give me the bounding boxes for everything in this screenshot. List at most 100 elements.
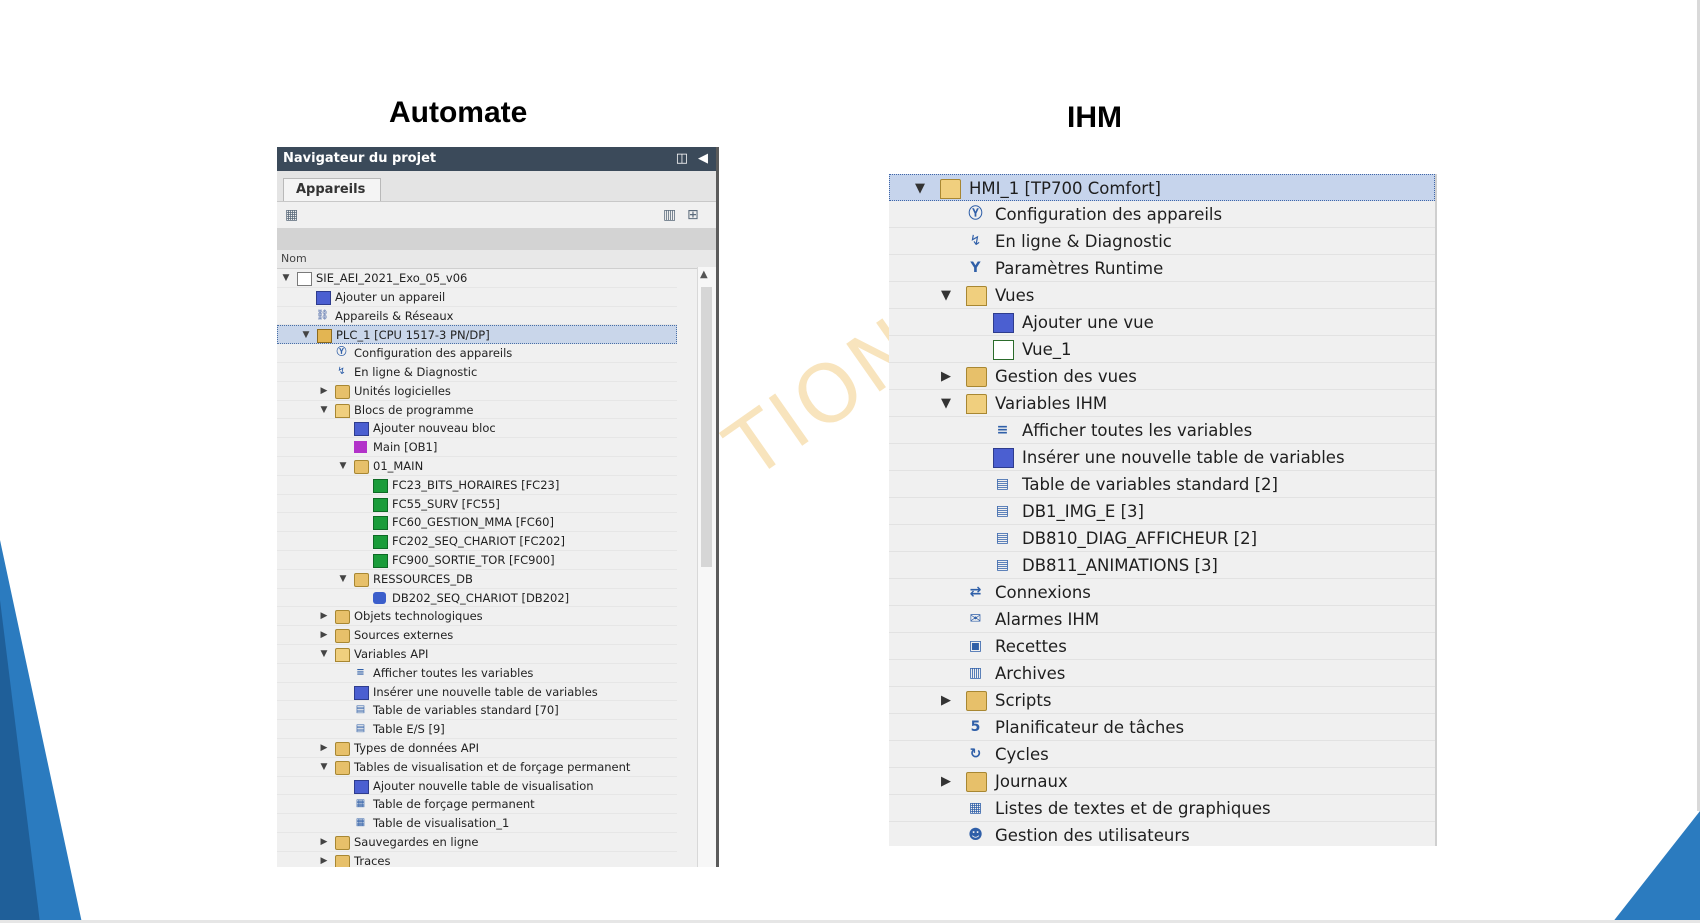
device-view-icon[interactable]: ⊞	[687, 207, 699, 223]
hmi-tree-item[interactable]: ▥ Archives	[889, 660, 1435, 687]
navigator-tree-item[interactable]: Ⓨ Configuration des appareils	[277, 344, 677, 363]
navigator-tree-item[interactable]: Ajouter nouveau bloc	[277, 419, 677, 439]
hmi-tree-item[interactable]: ▶ Gestion des vues	[889, 363, 1435, 390]
heading-ihm: IHM	[1067, 101, 1122, 134]
navigator-tree-item[interactable]: ⛓ Appareils & Réseaux	[277, 307, 677, 326]
navigator-tree-item[interactable]: Insérer une nouvelle table de variables	[277, 683, 677, 702]
navigator-tree-item[interactable]: ▼ SIE_AEI_2021_Exo_05_v06	[277, 269, 677, 288]
hmi-tree-item[interactable]: Insérer une nouvelle table de variables	[889, 444, 1435, 471]
expanded-arrow-icon[interactable]: ▼	[319, 758, 329, 777]
expanded-arrow-icon[interactable]: ▼	[281, 269, 291, 288]
tab-appareils[interactable]: Appareils	[283, 178, 381, 201]
navigator-tree-item[interactable]: ▶ Types de données API	[277, 739, 677, 758]
folder-open-icon	[335, 647, 350, 662]
hmi-tree-item[interactable]: Ajouter une vue	[889, 309, 1435, 336]
collapsed-arrow-icon[interactable]: ▶	[319, 382, 329, 401]
expanded-arrow-icon[interactable]: ▼	[319, 645, 329, 664]
scroll-up-icon[interactable]: ▲	[700, 269, 708, 280]
navigator-tree-item[interactable]: ▶ Traces	[277, 852, 677, 867]
navigator-scrollbar[interactable]: ▲	[697, 267, 716, 867]
hmi-tree-item[interactable]: ▼ Variables IHM	[889, 390, 1435, 417]
hmi-tree-item[interactable]: Y Paramètres Runtime	[889, 255, 1435, 282]
navigator-tree-item[interactable]: ▶ Objets technologiques	[277, 607, 677, 627]
hmi-tree-item[interactable]: ☻ Gestion des utilisateurs	[889, 822, 1435, 846]
navigator-tree-item[interactable]: DB202_SEQ_CHARIOT [DB202]	[277, 589, 677, 608]
navigator-tree-item[interactable]: ▼ Variables API	[277, 645, 677, 664]
navigator-tree-item[interactable]: FC202_SEQ_CHARIOT [FC202]	[277, 532, 677, 551]
add-table-icon	[354, 779, 369, 794]
navigator-tree-item[interactable]: FC60_GESTION_MMA [FC60]	[277, 513, 677, 533]
expanded-arrow-icon[interactable]: ▼	[338, 570, 348, 589]
collapsed-arrow-icon[interactable]: ▶	[319, 626, 329, 645]
navigator-tree-item[interactable]: ▼ PLC_1 [CPU 1517-3 PN/DP]	[277, 325, 677, 345]
hmi-tree-item[interactable]: ▼ Vues	[889, 282, 1435, 309]
navigator-tree-item[interactable]: FC23_BITS_HORAIRES [FC23]	[277, 476, 677, 495]
hmi-tree-item-label: Variables IHM	[995, 394, 1108, 413]
variable-table-icon: ▤	[995, 530, 1010, 546]
navigator-tree-item[interactable]: ▼ RESSOURCES_DB	[277, 570, 677, 589]
navigator-tree-item-label: FC55_SURV [FC55]	[392, 496, 500, 511]
hmi-tree-item[interactable]: ▤ DB811_ANIMATIONS [3]	[889, 552, 1435, 579]
expanded-arrow-icon[interactable]: ▼	[338, 457, 348, 476]
hmi-tree-item[interactable]: ▶ Journaux	[889, 768, 1435, 795]
navigator-tree-item[interactable]: ▶ Unités logicielles	[277, 382, 677, 401]
navigator-tree-item[interactable]: Main [OB1]	[277, 438, 677, 457]
hmi-tree-item[interactable]: ▼ HMI_1 [TP700 Comfort]	[889, 174, 1435, 201]
collapsed-arrow-icon[interactable]: ▶	[939, 363, 953, 390]
hmi-tree-item-label: Planificateur de tâches	[995, 718, 1185, 737]
expanded-arrow-icon[interactable]: ▼	[939, 390, 953, 417]
hmi-tree-item-label: Table de variables standard [2]	[1022, 475, 1278, 494]
navigator-tree-item[interactable]: ▤ Table de variables standard [70]	[277, 701, 677, 721]
hmi-tree-item[interactable]: 5 Planificateur de tâches	[889, 714, 1435, 741]
hmi-tree-item[interactable]: Vue_1	[889, 336, 1435, 363]
hmi-tree-item[interactable]: ✉ Alarmes IHM	[889, 606, 1435, 633]
collapsed-arrow-icon[interactable]: ▶	[319, 739, 329, 758]
navigator-tree-item[interactable]: Ajouter nouvelle table de visualisation	[277, 777, 677, 796]
hmi-tree-item[interactable]: ▤ Table de variables standard [2]	[889, 471, 1435, 498]
navigator-tree-item[interactable]: ▦ Table de visualisation_1	[277, 814, 677, 833]
expanded-arrow-icon[interactable]: ▼	[939, 282, 953, 309]
navigator-tree-item[interactable]: ▶ Sources externes	[277, 626, 677, 645]
cycles-icon: ↻	[969, 746, 982, 762]
navigator-tree-item[interactable]: FC900_SORTIE_TOR [FC900]	[277, 551, 677, 570]
collapsed-arrow-icon[interactable]: ▶	[319, 833, 329, 852]
expanded-arrow-icon[interactable]: ▼	[301, 326, 311, 345]
hmi-tree-item[interactable]: ≡ Afficher toutes les variables	[889, 417, 1435, 444]
navigator-tree-item[interactable]: FC55_SURV [FC55]	[277, 495, 677, 514]
fc-block-icon	[373, 478, 388, 493]
collapsed-arrow-icon[interactable]: ▶	[939, 687, 953, 714]
navigator-tree-item[interactable]: ↯ En ligne & Diagnostic	[277, 363, 677, 382]
hmi-tree-item[interactable]: ▶ Scripts	[889, 687, 1435, 714]
collapse-icon[interactable]: ◀	[698, 147, 708, 171]
navigator-tree-item-label: Afficher toutes les variables	[373, 665, 534, 680]
navigator-tree-item[interactable]: ▼ Blocs de programme	[277, 401, 677, 420]
hmi-tree-item[interactable]: ⇄ Connexions	[889, 579, 1435, 606]
navigator-tree-item[interactable]: ▤ Table E/S [9]	[277, 720, 677, 739]
navigator-tree-item[interactable]: ▼ 01_MAIN	[277, 457, 677, 476]
dock-icon[interactable]: ◫	[676, 147, 688, 171]
hmi-tree-item-label: Listes de textes et de graphiques	[995, 799, 1271, 818]
collapsed-arrow-icon[interactable]: ▶	[939, 768, 953, 795]
collapsed-arrow-icon[interactable]: ▶	[319, 607, 329, 626]
hmi-tree-item[interactable]: ↯ En ligne & Diagnostic	[889, 228, 1435, 255]
navigator-tree-item-label: Traces	[354, 853, 391, 867]
overview-icon[interactable]: ▦	[285, 207, 298, 223]
variable-table-icon: ▤	[995, 476, 1010, 492]
expanded-arrow-icon[interactable]: ▼	[913, 175, 927, 202]
hmi-tree-item[interactable]: ▣ Recettes	[889, 633, 1435, 660]
navigator-tree-item[interactable]: ≡ Afficher toutes les variables	[277, 664, 677, 683]
scrollbar-thumb[interactable]	[701, 287, 712, 567]
expanded-arrow-icon[interactable]: ▼	[319, 401, 329, 420]
navigator-tree-item[interactable]: ▶ Sauvegardes en ligne	[277, 833, 677, 852]
columns-icon[interactable]: ▥	[663, 207, 676, 223]
navigator-tree-item-label: Ajouter nouveau bloc	[373, 421, 496, 436]
hmi-tree-item[interactable]: ↻ Cycles	[889, 741, 1435, 768]
hmi-tree-item[interactable]: ▤ DB810_DIAG_AFFICHEUR [2]	[889, 525, 1435, 552]
collapsed-arrow-icon[interactable]: ▶	[319, 852, 329, 867]
navigator-tree-item[interactable]: Ajouter un appareil	[277, 288, 677, 307]
navigator-tree-item[interactable]: ▼ Tables de visualisation et de forçage p…	[277, 758, 677, 777]
hmi-tree-item[interactable]: Ⓨ Configuration des appareils	[889, 201, 1435, 228]
hmi-tree-item[interactable]: ▤ DB1_IMG_E [3]	[889, 498, 1435, 525]
navigator-tree-item[interactable]: ▦ Table de forçage permanent	[277, 795, 677, 815]
hmi-tree-item[interactable]: ▦ Listes de textes et de graphiques	[889, 795, 1435, 822]
